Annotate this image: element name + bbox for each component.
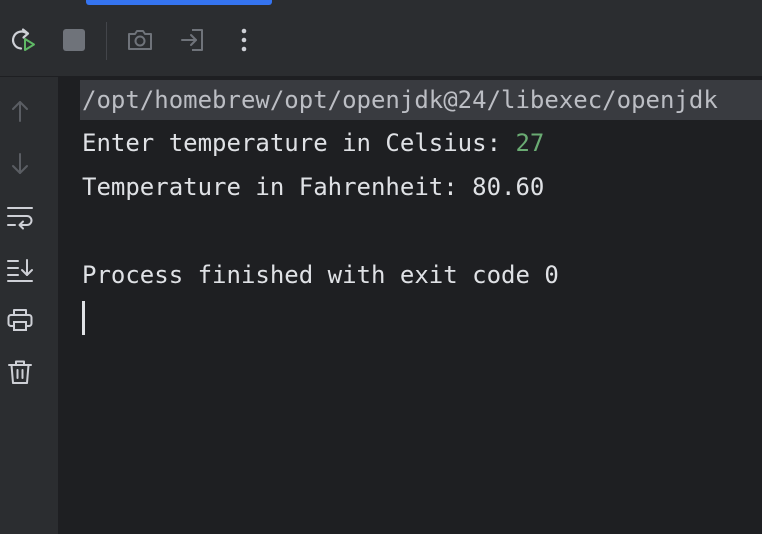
scroll-to-end-icon — [7, 259, 33, 282]
next-occurrence-button[interactable] — [3, 147, 37, 181]
console-side-toolbar — [0, 77, 58, 534]
print-icon — [7, 309, 33, 331]
more-vertical-icon — [241, 28, 247, 52]
previous-occurrence-button[interactable] — [3, 94, 37, 128]
stop-icon — [63, 29, 85, 51]
soft-wrap-button[interactable] — [3, 200, 37, 234]
soft-wrap-icon — [7, 207, 33, 230]
active-tab-indicator — [86, 0, 272, 5]
login-icon — [181, 29, 203, 51]
trash-icon — [8, 360, 32, 384]
print-button[interactable] — [3, 303, 37, 337]
rerun-icon — [11, 28, 35, 51]
input-prompt-line: Enter temperature in Celsius: 27 — [82, 123, 544, 163]
camera-icon — [128, 30, 152, 50]
run-command-line: /opt/homebrew/opt/openjdk@24/libexec/ope… — [80, 80, 762, 120]
prompt-text: Enter temperature in Celsius: — [82, 129, 516, 157]
text-caret — [82, 301, 85, 335]
scroll-to-end-button[interactable] — [3, 253, 37, 287]
stop-button[interactable] — [57, 23, 91, 57]
user-input-value: 27 — [515, 129, 545, 157]
run-console-window: /opt/homebrew/opt/openjdk@24/libexec/ope… — [0, 0, 762, 534]
toolbar-separator — [106, 22, 107, 60]
more-options-button[interactable] — [227, 23, 261, 57]
run-toolbar — [0, 6, 762, 77]
exit-message-line: Process finished with exit code 0 — [82, 261, 559, 289]
result-line: Temperature in Fahrenheit: 80.60 — [82, 173, 545, 201]
arrow-up-icon — [12, 101, 28, 122]
rerun-button[interactable] — [6, 23, 40, 57]
screenshot-button[interactable] — [123, 23, 157, 57]
console-output[interactable]: /opt/homebrew/opt/openjdk@24/libexec/ope… — [58, 77, 762, 534]
clear-all-button[interactable] — [3, 355, 37, 389]
attach-button[interactable] — [176, 23, 210, 57]
arrow-down-icon — [12, 153, 28, 174]
